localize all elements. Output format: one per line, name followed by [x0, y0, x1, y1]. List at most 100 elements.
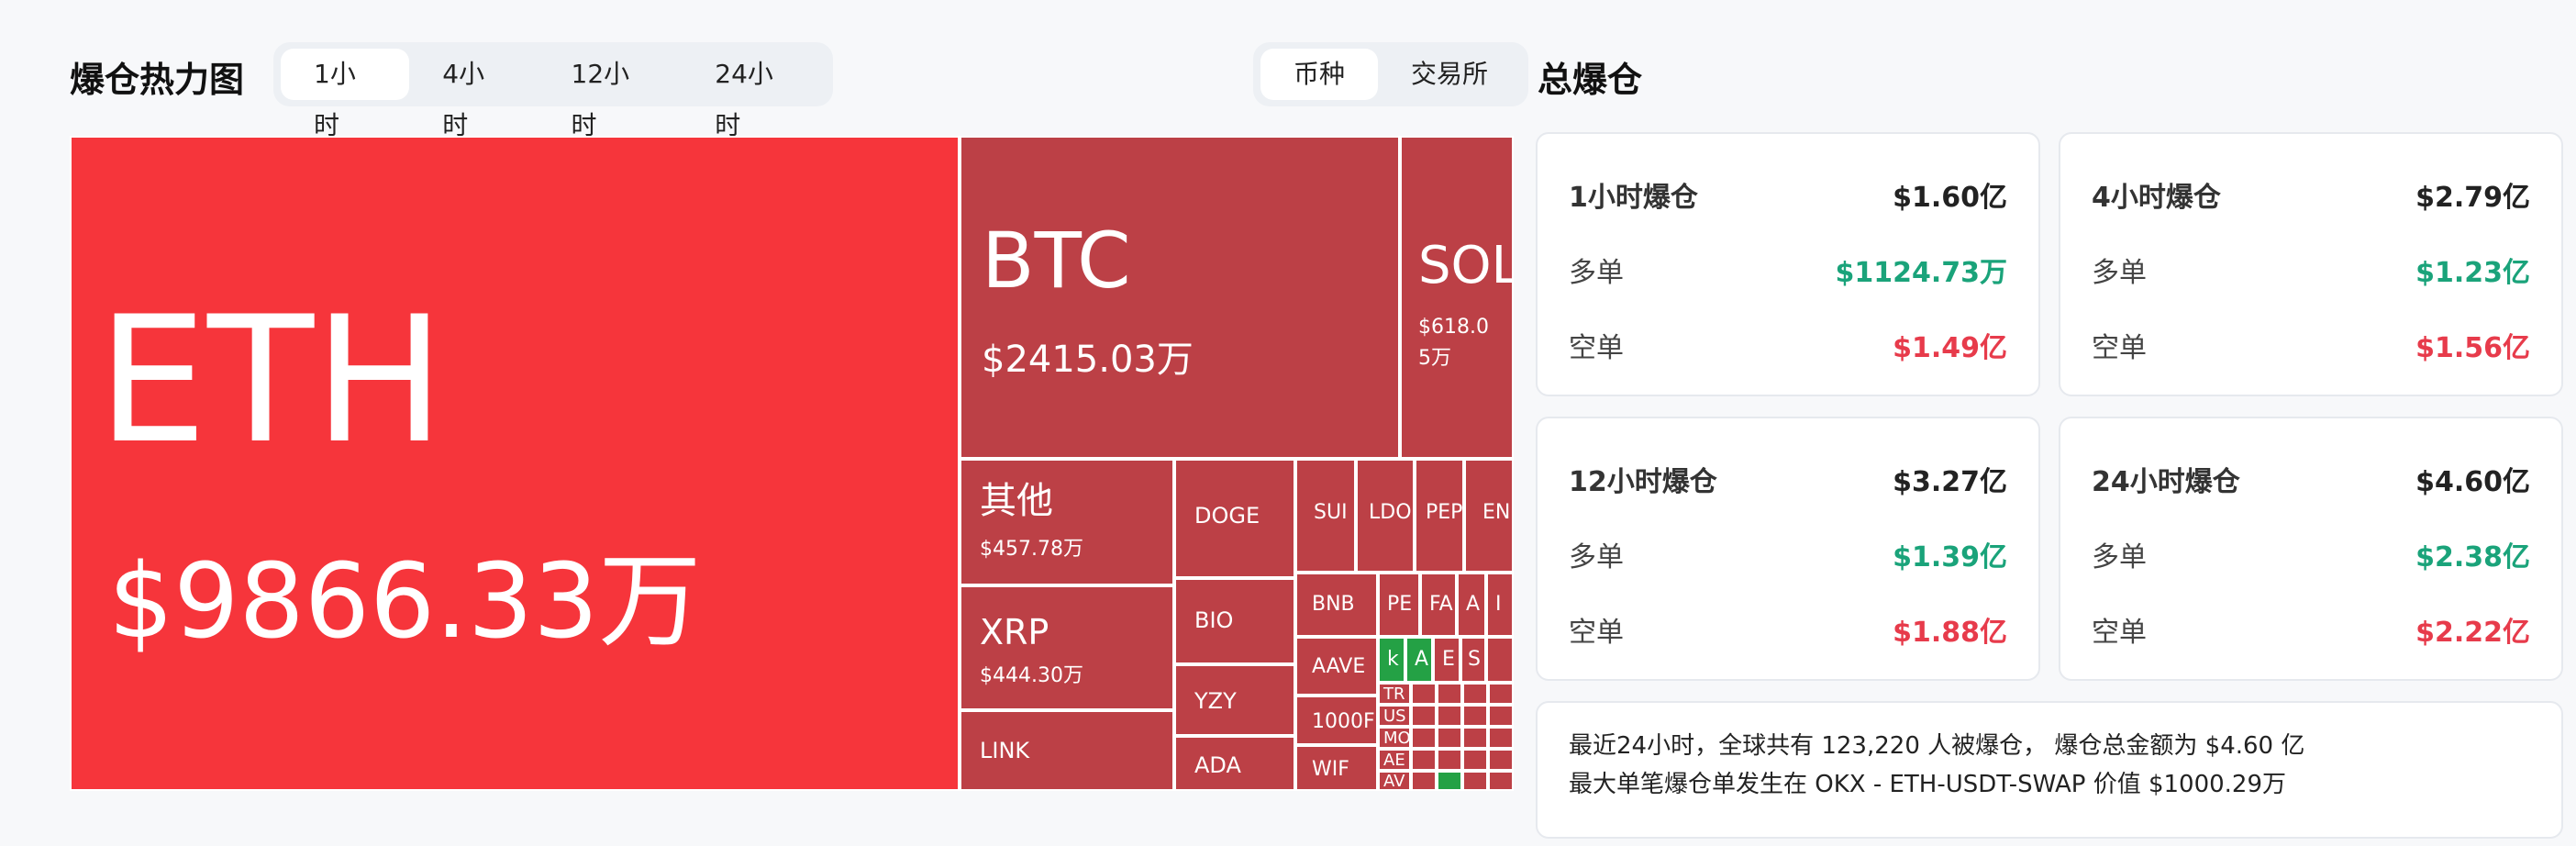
tab-12h[interactable]: 12小时 — [539, 49, 683, 140]
heatmap-tile-yzy[interactable]: YZY — [1174, 664, 1295, 736]
short-value: $1.49亿 — [1893, 332, 2007, 364]
heatmap-tile-tiny[interactable] — [1411, 749, 1437, 771]
heatmap-tile-tiny-long[interactable] — [1437, 771, 1462, 791]
heatmap-tile-tiny[interactable] — [1462, 683, 1488, 705]
tile-symbol: 1000F — [1312, 710, 1375, 733]
tile-symbol: PEP — [1426, 501, 1463, 524]
tile-amount: $444.30万 — [980, 664, 1083, 687]
heatmap-tile-sui[interactable]: SUI — [1295, 459, 1356, 573]
heatmap-tile-tiny[interactable] — [1411, 705, 1437, 727]
heatmap-tile-s[interactable]: S — [1460, 637, 1486, 683]
long-label: 多单 — [1569, 257, 1624, 289]
tile-symbol: WIF — [1312, 758, 1349, 781]
card-1h: 1小时爆仓 $1.60亿 多单 $1124.73万 空单 $1.49亿 — [1536, 132, 2040, 396]
heatmap-tile-tiny[interactable] — [1462, 771, 1488, 791]
heatmap-tile-mo[interactable]: MO — [1378, 727, 1411, 749]
liquidation-heatmap: ETH $9866.33万 BTC $2415.03万 SOL $618.05万… — [70, 136, 1514, 791]
heatmap-tile-ae[interactable]: AE — [1378, 749, 1411, 771]
tile-symbol: XRP — [980, 612, 1049, 652]
heatmap-tile-tiny[interactable] — [1437, 749, 1462, 771]
heatmap-tile-doge[interactable]: DOGE — [1174, 459, 1295, 578]
heatmap-tile-eth[interactable]: ETH $9866.33万 — [70, 136, 960, 791]
heatmap-tile-pe[interactable]: PE — [1378, 573, 1420, 637]
tab-24h[interactable]: 24小时 — [682, 49, 826, 140]
long-value: $1.23亿 — [2415, 257, 2530, 289]
heatmap-tile-tiny[interactable] — [1437, 683, 1462, 705]
heatmap-tile-fa[interactable]: FA — [1420, 573, 1457, 637]
heatmap-tile-aave[interactable]: AAVE — [1295, 637, 1378, 696]
heatmap-tile-btc[interactable]: BTC $2415.03万 — [960, 136, 1400, 459]
tile-symbol: E — [1442, 648, 1455, 671]
short-label: 空单 — [2092, 332, 2147, 364]
card-title: 1小时爆仓 — [1569, 182, 1698, 214]
heatmap-tile-tiny[interactable] — [1488, 705, 1514, 727]
long-label: 多单 — [2092, 541, 2147, 573]
heatmap-tile-tiny[interactable] — [1411, 771, 1437, 791]
tile-symbol: AAVE — [1312, 655, 1366, 678]
tab-by-coin[interactable]: 币种 — [1260, 49, 1378, 100]
heatmap-tile-tiny[interactable] — [1462, 705, 1488, 727]
card-total: $3.27亿 — [1893, 466, 2007, 498]
heatmap-tile-a[interactable]: A — [1457, 573, 1486, 637]
heatmap-tile-tiny[interactable] — [1462, 749, 1488, 771]
tile-symbol: PE — [1387, 593, 1413, 616]
card-title: 4小时爆仓 — [2092, 182, 2221, 214]
view-tabs: 币种 交易所 — [1253, 42, 1528, 106]
tab-4h[interactable]: 4小时 — [409, 49, 538, 140]
heatmap-tile-tiny[interactable] — [1488, 771, 1514, 791]
heatmap-tile-tiny[interactable] — [1488, 727, 1514, 749]
tile-symbol: LINK — [980, 738, 1030, 763]
card-title: 12小时爆仓 — [1569, 466, 1717, 498]
short-label: 空单 — [1569, 617, 1624, 649]
card-total: $4.60亿 — [2415, 466, 2530, 498]
time-range-tabs: 1小时 4小时 12小时 24小时 — [273, 42, 833, 140]
tile-symbol: AE — [1383, 751, 1405, 770]
tab-1h[interactable]: 1小时 — [281, 49, 410, 140]
heatmap-tile-sol[interactable]: SOL $618.05万 — [1400, 136, 1514, 459]
heatmap-tile-us[interactable]: US — [1378, 705, 1411, 727]
heatmap-tile-k[interactable]: k — [1378, 637, 1405, 683]
tile-symbol: ETH — [97, 279, 445, 482]
heatmap-tile-bnb[interactable]: BNB — [1295, 573, 1378, 637]
heatmap-tile-e[interactable]: E — [1433, 637, 1460, 683]
heatmap-tile-tiny[interactable] — [1488, 683, 1514, 705]
short-label: 空单 — [2092, 617, 2147, 649]
heatmap-tile-av[interactable]: AV — [1378, 771, 1411, 791]
tile-symbol: ADA — [1194, 752, 1241, 778]
heatmap-tile-a2[interactable]: A — [1405, 637, 1433, 683]
tile-symbol: AV — [1383, 772, 1405, 791]
heatmap-title: 爆仓热力图 — [70, 60, 245, 100]
tab-by-exchange[interactable]: 交易所 — [1378, 49, 1521, 100]
heatmap-tile-ada[interactable]: ADA — [1174, 736, 1295, 791]
heatmap-tile-i[interactable]: I — [1486, 573, 1514, 637]
heatmap-tile-tiny[interactable] — [1437, 727, 1462, 749]
tile-symbol: FA — [1429, 593, 1453, 616]
heatmap-tile-wif[interactable]: WIF — [1295, 745, 1378, 791]
card-title: 24小时爆仓 — [2092, 466, 2240, 498]
heatmap-tile-pep[interactable]: PEP — [1415, 459, 1464, 573]
heatmap-tile-tiny[interactable] — [1411, 683, 1437, 705]
heatmap-tile-en[interactable]: EN — [1464, 459, 1514, 573]
heatmap-tile-tiny[interactable] — [1437, 705, 1462, 727]
heatmap-tile-other[interactable]: 其他 $457.78万 — [960, 459, 1174, 585]
long-value: $1124.73万 — [1835, 257, 2007, 289]
heatmap-tile-tiny[interactable] — [1488, 749, 1514, 771]
heatmap-tile-ldo[interactable]: LDO — [1356, 459, 1415, 573]
tile-symbol: A — [1466, 593, 1481, 616]
heatmap-tile-bio[interactable]: BIO — [1174, 578, 1295, 664]
heatmap-tile-xrp[interactable]: XRP $444.30万 — [960, 585, 1174, 710]
tile-amount: $618.05万 — [1418, 316, 1489, 370]
heatmap-tile-tr[interactable]: TR — [1378, 683, 1411, 705]
heatmap-tile-tiny[interactable] — [1462, 727, 1488, 749]
liquidation-summary: 最近24小时，全球共有 123,220 人被爆仓， 爆仓总金额为 $4.60 亿… — [1536, 701, 2563, 839]
heatmap-tile-tiny[interactable] — [1411, 727, 1437, 749]
heatmap-tile-link[interactable]: LINK — [960, 710, 1174, 791]
tile-amount: $9866.33万 — [108, 542, 702, 662]
tile-symbol: YZY — [1194, 688, 1237, 714]
card-total: $2.79亿 — [2415, 182, 2530, 214]
heatmap-tile-small[interactable] — [1486, 637, 1514, 683]
tile-symbol: SOL — [1418, 236, 1514, 295]
heatmap-tile-1000f[interactable]: 1000F — [1295, 696, 1378, 745]
short-value: $2.22亿 — [2415, 617, 2530, 649]
tile-symbol: MO — [1383, 729, 1411, 748]
